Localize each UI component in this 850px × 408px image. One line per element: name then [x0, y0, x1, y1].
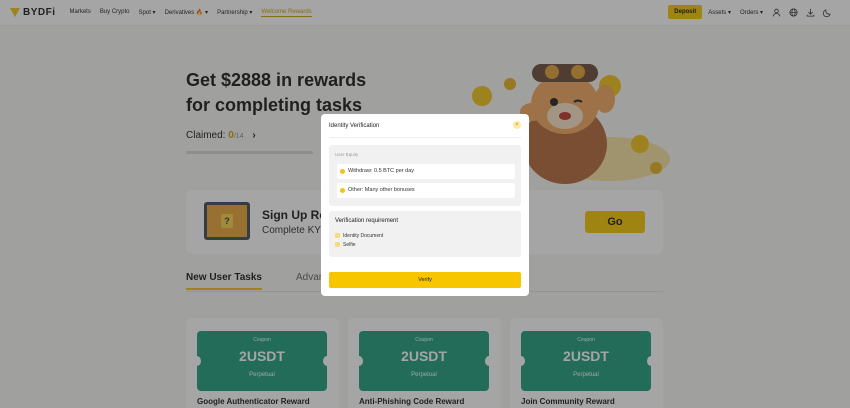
equity-item-text: Withdraw: 0.5 BTC per day: [348, 168, 415, 174]
document-icon: [335, 233, 340, 238]
bullet-dot-icon: [340, 169, 345, 174]
modal-title: Identity Verification: [329, 123, 380, 129]
verification-requirement-section: Verification requirement Identity Docume…: [329, 211, 521, 257]
user-equity-label: User Equity: [335, 152, 359, 157]
requirement-item: Selfie: [335, 242, 356, 248]
selfie-icon: [335, 242, 340, 247]
requirement-item: Identity Document: [335, 233, 384, 239]
bullet-dot-icon: [340, 188, 345, 193]
equity-item: Withdraw: 0.5 BTC per day: [337, 164, 515, 179]
user-equity-section: User Equity Withdraw: 0.5 BTC per day Ot…: [329, 145, 521, 206]
requirement-text: Identity Document: [343, 233, 384, 239]
identity-verification-modal: Identity Verification × User Equity With…: [321, 114, 529, 296]
requirement-title: Verification requirement: [335, 218, 399, 224]
requirement-text: Selfie: [343, 242, 356, 248]
modal-divider: [329, 137, 521, 138]
equity-item-text: Other: Many other bonuses: [348, 187, 415, 193]
equity-item: Other: Many other bonuses: [337, 183, 515, 198]
verify-button[interactable]: Verify: [329, 272, 521, 288]
close-icon[interactable]: ×: [513, 121, 521, 129]
